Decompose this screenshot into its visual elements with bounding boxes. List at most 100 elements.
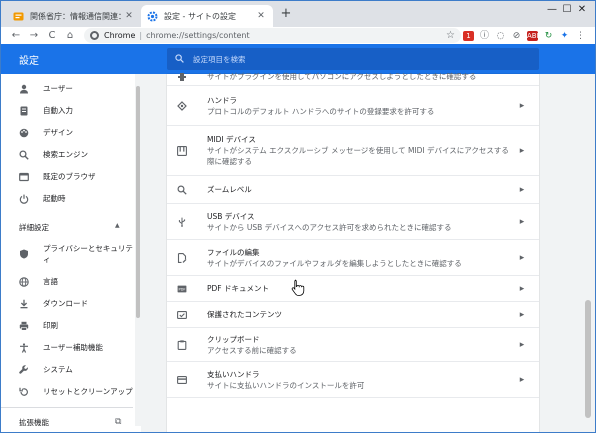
setting-text: ズームレベル bbox=[207, 184, 515, 195]
sidebar-item-downloads[interactable]: ダウンロード bbox=[1, 298, 133, 309]
extension-icon[interactable]: ABP bbox=[527, 31, 541, 41]
setting-description: アクセスする前に確認する bbox=[207, 345, 297, 355]
sidebar-item-label: 既定のブラウザ bbox=[43, 172, 96, 181]
setting-row-pdf[interactable]: PDF PDF ドキュメント ▸ bbox=[167, 276, 539, 302]
chevron-right-icon: ▸ bbox=[519, 283, 525, 294]
sidebar-item-languages[interactable]: 言語 bbox=[1, 276, 133, 287]
tab-title: 関係省庁：情報通信関連：情報… bbox=[30, 11, 123, 21]
extension-icon[interactable]: 1 bbox=[463, 31, 474, 41]
sidebar-item-system[interactable]: システム bbox=[1, 364, 133, 375]
setting-row-protected-content[interactable]: 保護されたコンテンツ ▸ bbox=[167, 302, 539, 328]
sidebar-item-label: ダウンロード bbox=[43, 299, 88, 308]
midi-icon bbox=[177, 145, 187, 156]
close-window-button[interactable]: ✕ bbox=[567, 1, 595, 19]
main-scrollbar[interactable] bbox=[583, 74, 593, 426]
chevron-right-icon: ▸ bbox=[519, 374, 525, 385]
sidebar-item-on-startup[interactable]: 起動時 bbox=[1, 193, 133, 204]
protected-content-icon bbox=[177, 310, 187, 320]
setting-row-usb[interactable]: USB デバイス サイトから USB デバイスへのアクセス許可を求められたときに… bbox=[167, 204, 539, 240]
sidebar-item-default-browser[interactable]: 既定のブラウザ bbox=[1, 171, 133, 182]
home-button[interactable]: ⌂ bbox=[61, 27, 79, 44]
sidebar-item-accessibility[interactable]: ユーザー補助機能 bbox=[1, 342, 133, 353]
setting-text: クリップボード アクセスする前に確認する bbox=[207, 334, 515, 356]
open-external-icon: ⧉ bbox=[115, 417, 122, 427]
sidebar-item-reset[interactable]: リセットとクリーンアップ bbox=[1, 386, 133, 397]
setting-row-zoom[interactable]: ズームレベル ▸ bbox=[167, 176, 539, 204]
extension-icon[interactable]: ✦ bbox=[559, 31, 570, 41]
browser-icon bbox=[19, 172, 29, 182]
extension-icon[interactable]: ◌ bbox=[495, 31, 506, 41]
setting-row-midi[interactable]: MIDI デバイス サイトがシステム エクスクルーシブ メッセージを使用して M… bbox=[167, 126, 539, 176]
extension-icon[interactable]: ⓘ bbox=[479, 31, 490, 41]
sidebar-advanced-toggle[interactable]: 詳細設定 ▲ bbox=[19, 222, 120, 233]
setting-row-file-editing[interactable]: ファイルの編集 サイトがデバイスのファイルやフォルダを編集しようとしたときに確認… bbox=[167, 240, 539, 276]
setting-title: ファイルの編集 bbox=[207, 247, 260, 257]
tab-active-settings[interactable]: 設定 - サイトの設定 ✕ bbox=[141, 5, 273, 27]
sidebar-item-people[interactable]: ユーザー bbox=[1, 83, 133, 94]
usb-icon bbox=[177, 217, 187, 227]
settings-main: サイトがプラグインを使用してパソコンにアクセスしようとしたときに確認する ハンド… bbox=[141, 72, 583, 432]
extension-icon[interactable]: ⊘ bbox=[511, 31, 522, 41]
chevron-right-icon: ▸ bbox=[519, 309, 525, 320]
sidebar-item-extensions[interactable]: 拡張機能 ⧉ bbox=[1, 417, 133, 428]
address-bar[interactable]: Chrome | chrome://settings/content ☆ bbox=[84, 28, 461, 43]
chevron-right-icon: ▸ bbox=[519, 339, 525, 350]
scrollbar-thumb[interactable] bbox=[585, 300, 591, 418]
extension-icon[interactable]: ↻ bbox=[543, 31, 554, 41]
setting-title: クリップボード bbox=[207, 334, 260, 344]
setting-text: PDF ドキュメント bbox=[207, 283, 515, 294]
sidebar-item-label: ユーザー bbox=[43, 84, 73, 93]
wrench-icon bbox=[19, 364, 29, 375]
url-text: chrome://settings/content bbox=[146, 31, 250, 40]
palette-icon bbox=[19, 128, 29, 138]
tab-inactive[interactable]: 関係省庁：情報通信関連：情報… ✕ bbox=[7, 5, 141, 27]
sidebar-item-label: 拡張機能 bbox=[19, 418, 49, 427]
setting-text: ファイルの編集 サイトがデバイスのファイルやフォルダを編集しようとしたときに確認… bbox=[207, 247, 515, 269]
extension-icon[interactable]: ⋮ bbox=[575, 31, 586, 41]
setting-row-handlers[interactable]: ハンドラ プロトコルのデフォルト ハンドラへのサイトの登録要求を許可する ▸ bbox=[167, 86, 539, 126]
sidebar-item-label: 検索エンジン bbox=[43, 150, 88, 159]
sidebar-item-privacy[interactable]: プライバシーとセキュリティ bbox=[1, 243, 133, 265]
chevron-right-icon: ▸ bbox=[519, 216, 525, 227]
chevron-right-icon: ▸ bbox=[519, 252, 525, 263]
sidebar-item-label: リセットとクリーンアップ bbox=[43, 387, 133, 396]
sidebar-item-search-engine[interactable]: 検索エンジン bbox=[1, 149, 133, 160]
clipboard-icon bbox=[177, 339, 187, 350]
tab-title: 設定 - サイトの設定 bbox=[164, 11, 236, 21]
pdf-icon: PDF bbox=[177, 284, 187, 294]
url-separator: | bbox=[139, 31, 143, 40]
forward-button[interactable]: → bbox=[25, 27, 43, 44]
settings-search-input[interactable]: 設定項目を検索 bbox=[167, 48, 539, 70]
sidebar-item-label: 言語 bbox=[43, 277, 58, 286]
autofill-icon bbox=[19, 106, 29, 116]
reload-button[interactable]: C bbox=[43, 27, 61, 44]
tab-close-icon[interactable]: ✕ bbox=[255, 11, 267, 21]
new-tab-button[interactable]: + bbox=[279, 7, 293, 21]
bookmark-star-icon[interactable]: ☆ bbox=[446, 28, 455, 43]
site-settings-card: サイトがプラグインを使用してパソコンにアクセスしようとしたときに確認する ハンド… bbox=[167, 72, 539, 432]
back-button[interactable]: ← bbox=[7, 27, 25, 44]
power-icon bbox=[19, 194, 29, 204]
setting-title: ハンドラ bbox=[207, 95, 237, 105]
person-icon bbox=[19, 84, 29, 94]
setting-description: サイトがデバイスのファイルやフォルダを編集しようとしたときに確認する bbox=[207, 258, 462, 268]
sidebar-item-autofill[interactable]: 自動入力 bbox=[1, 105, 133, 116]
setting-title: MIDI デバイス bbox=[207, 135, 256, 144]
chevron-right-icon: ▸ bbox=[519, 184, 525, 195]
accessibility-icon bbox=[19, 342, 29, 353]
browser-window: 関係省庁：情報通信関連：情報… ✕ 設定 - サイトの設定 ✕ + — ☐ ✕ … bbox=[0, 0, 596, 433]
chrome-icon bbox=[90, 31, 99, 40]
setting-row-payment-handlers[interactable]: 支払いハンドラ サイトに支払いハンドラのインストールを許可 ▸ bbox=[167, 362, 539, 398]
setting-row-clipboard[interactable]: クリップボード アクセスする前に確認する ▸ bbox=[167, 328, 539, 362]
caret-up-icon: ▲ bbox=[115, 222, 120, 229]
setting-description: プロトコルのデフォルト ハンドラへのサイトの登録要求を許可する bbox=[207, 106, 435, 116]
scrollbar-thumb[interactable] bbox=[136, 86, 140, 318]
tab-close-icon[interactable]: ✕ bbox=[123, 11, 135, 21]
search-icon bbox=[175, 53, 185, 65]
setting-description: サイトに支払いハンドラのインストールを許可 bbox=[207, 380, 365, 390]
sidebar-item-printing[interactable]: 印刷 bbox=[1, 320, 133, 331]
setting-row-plugins[interactable]: サイトがプラグインを使用してパソコンにアクセスしようとしたときに確認する bbox=[167, 68, 539, 86]
sidebar-item-appearance[interactable]: デザイン bbox=[1, 127, 133, 138]
sidebar-item-label: システム bbox=[43, 365, 73, 374]
chevron-right-icon: ▸ bbox=[519, 100, 525, 111]
